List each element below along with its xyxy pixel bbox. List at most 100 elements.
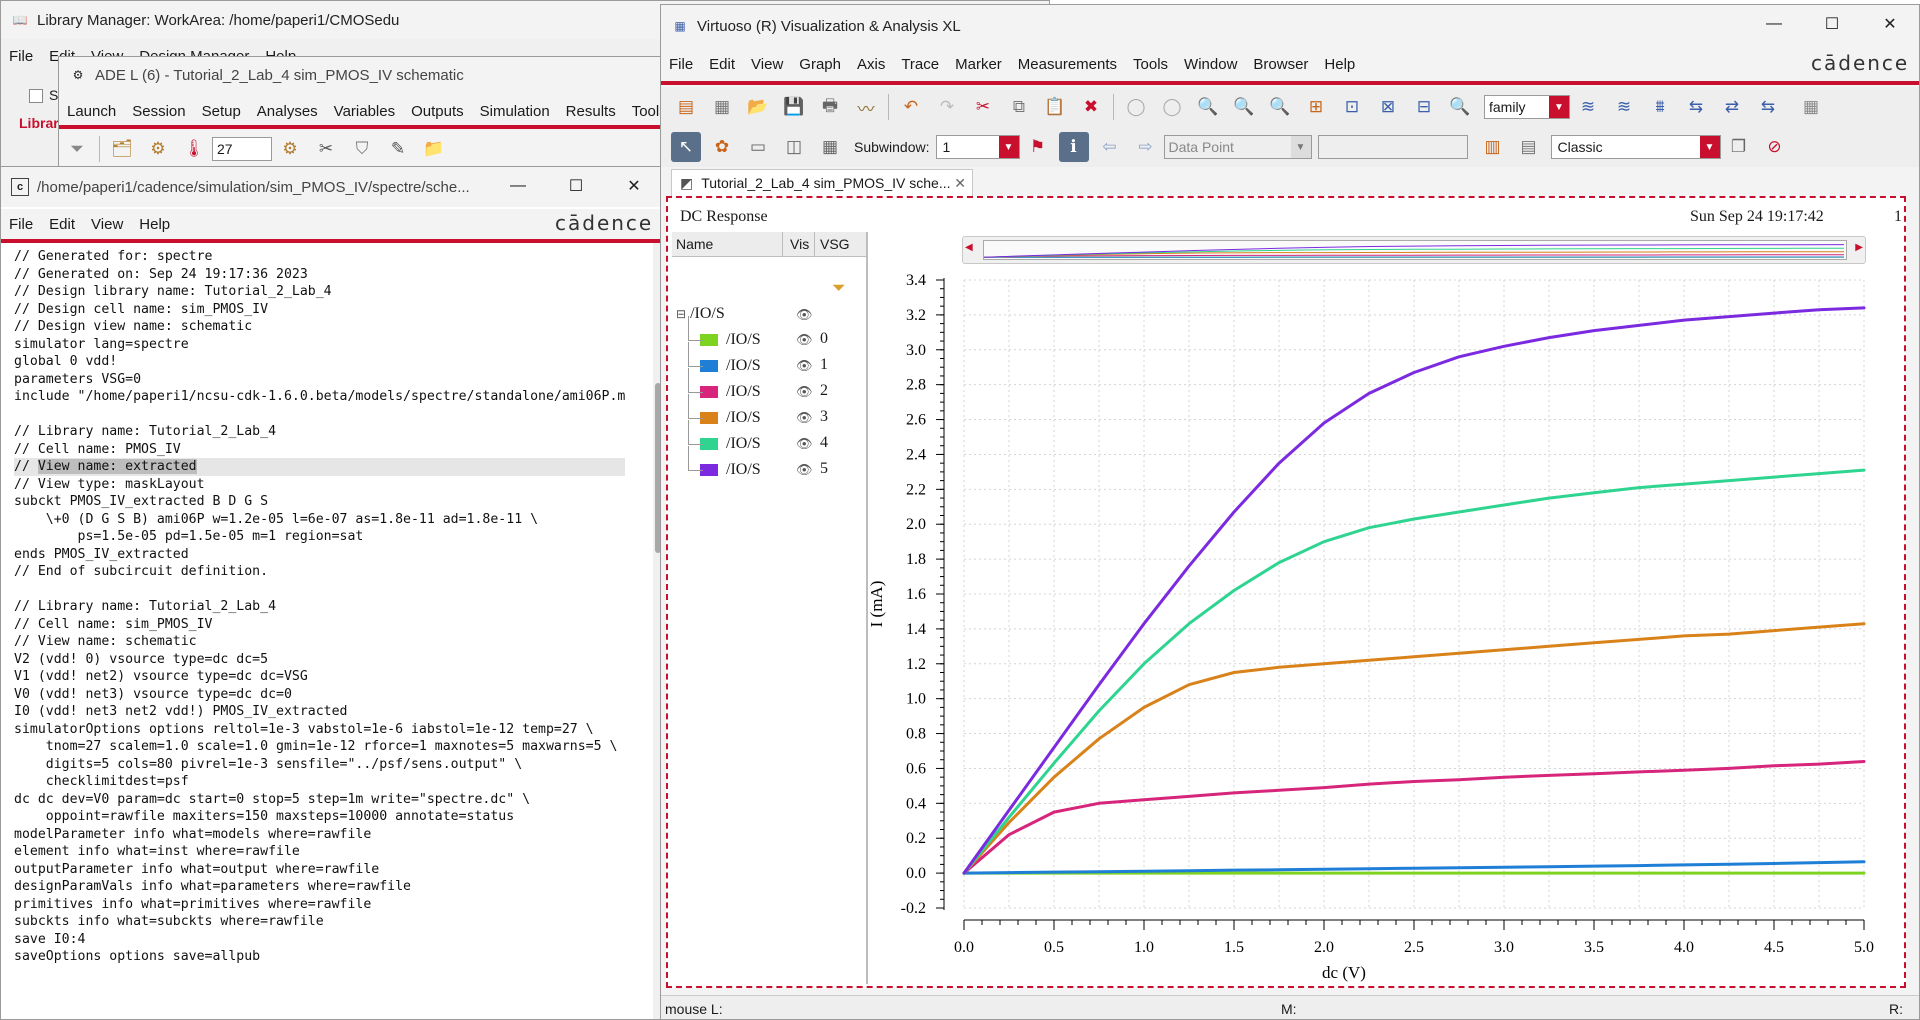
- export-icon[interactable]: ⇆: [1753, 92, 1783, 122]
- zoom-out-icon[interactable]: 🔍: [1229, 92, 1259, 122]
- zoom-in-icon[interactable]: 🔍: [1193, 92, 1223, 122]
- viva-menu-tools[interactable]: Tools: [1125, 56, 1176, 73]
- tree-collapse-icon[interactable]: ⊟: [676, 307, 686, 322]
- close-icon[interactable]: ✕: [605, 167, 663, 205]
- undo-icon[interactable]: ↶: [896, 92, 926, 122]
- ade-menu-launch[interactable]: Launch: [59, 103, 124, 120]
- new-subwindow-icon[interactable]: ▦: [707, 92, 737, 122]
- style-select[interactable]: Classic ▼: [1550, 135, 1721, 159]
- edit-icon[interactable]: ✎: [383, 134, 413, 164]
- legend-row-vsg-1[interactable]: /IO/S: [700, 356, 761, 376]
- data-point-select[interactable]: Data Point ▼: [1163, 135, 1312, 159]
- viva-close-icon[interactable]: ✕: [1861, 5, 1919, 43]
- viva-menu-marker[interactable]: Marker: [947, 56, 1010, 73]
- netlist-menu-file[interactable]: File: [1, 216, 41, 233]
- new-window-icon[interactable]: ▤: [671, 92, 701, 122]
- viva-menu-trace[interactable]: Trace: [893, 56, 947, 73]
- viva-menu-browser[interactable]: Browser: [1245, 56, 1316, 73]
- zoom-y-icon[interactable]: ⊠: [1373, 92, 1403, 122]
- filter-icon[interactable]: ⏷: [62, 134, 92, 164]
- legend-row-vsg-5[interactable]: /IO/S: [700, 460, 761, 480]
- copy-icon[interactable]: ⧉: [1004, 92, 1034, 122]
- lm-show-categories-checkbox[interactable]: [29, 89, 43, 103]
- temperature-input[interactable]: 27: [212, 137, 272, 161]
- visibility-eye-icon[interactable]: 👁: [796, 462, 813, 478]
- setup-icon[interactable]: ⚙: [275, 134, 305, 164]
- circle-deselect-icon[interactable]: ◯: [1157, 92, 1187, 122]
- grid-layout-icon[interactable]: ▦: [1796, 92, 1826, 122]
- legend-row-vsg-0[interactable]: /IO/S: [700, 330, 761, 350]
- viva-menu-graph[interactable]: Graph: [791, 56, 849, 73]
- redo-icon[interactable]: ↷: [932, 92, 962, 122]
- temperature-icon[interactable]: 🌡: [179, 134, 209, 164]
- add-trace-icon[interactable]: ⇆: [1681, 92, 1711, 122]
- data-point-input[interactable]: [1317, 135, 1468, 159]
- calculator-icon[interactable]: ▤: [1514, 132, 1544, 162]
- visibility-eye-icon[interactable]: 👁: [796, 332, 813, 348]
- chevron-down-icon[interactable]: ▼: [998, 136, 1019, 158]
- model-library-icon[interactable]: ⚙: [143, 134, 173, 164]
- open-icon[interactable]: 📂: [743, 92, 773, 122]
- marker-icon[interactable]: ✿: [707, 132, 737, 162]
- pan-icon[interactable]: ⊟: [1409, 92, 1439, 122]
- viva-menu-help[interactable]: Help: [1316, 56, 1363, 73]
- tab-results[interactable]: ◩ Tutorial_2_Lab_4 sim_PMOS_IV sche... ✕: [671, 169, 973, 196]
- cut-icon[interactable]: ✂: [968, 92, 998, 122]
- visibility-eye-icon[interactable]: 👁: [796, 358, 813, 374]
- legend-row-vsg-2[interactable]: /IO/S: [700, 382, 761, 402]
- visibility-eye-icon[interactable]: 👁: [796, 307, 813, 323]
- netlist-titlebar[interactable]: c /home/paperi1/cadence/simulation/sim_P…: [1, 167, 663, 207]
- chevron-down-icon[interactable]: ▼: [1290, 136, 1311, 158]
- netlist-menu-view[interactable]: View: [83, 216, 131, 233]
- stop-icon[interactable]: ⛉: [347, 134, 377, 164]
- maximize-icon[interactable]: ☐: [547, 167, 605, 205]
- subwindow-select[interactable]: 1 ▼: [935, 135, 1020, 159]
- forward-icon[interactable]: ⇨: [1131, 132, 1161, 162]
- viva-menu-window[interactable]: Window: [1176, 56, 1245, 73]
- family-select[interactable]: family ▼: [1484, 95, 1570, 119]
- delete-icon[interactable]: ✖: [1076, 92, 1106, 122]
- viva-menu-edit[interactable]: Edit: [701, 56, 743, 73]
- select-arrow-icon[interactable]: ↖: [671, 132, 701, 162]
- zoom-fit-icon[interactable]: 🔍: [1265, 92, 1295, 122]
- row-layout-icon[interactable]: ▭: [743, 132, 773, 162]
- viva-menu-axis[interactable]: Axis: [849, 56, 893, 73]
- viva-menu-measurements[interactable]: Measurements: [1010, 56, 1125, 73]
- visibility-eye-icon[interactable]: 👁: [796, 410, 813, 426]
- info-icon[interactable]: ℹ: [1058, 132, 1089, 162]
- bar-chart-icon[interactable]: ▥: [1478, 132, 1508, 162]
- strip-chart-icon[interactable]: ≋: [1573, 92, 1603, 122]
- legend-header-vis[interactable]: Vis: [790, 236, 809, 252]
- chevron-down-icon[interactable]: ▼: [1699, 136, 1720, 158]
- minimize-icon[interactable]: —: [489, 167, 547, 205]
- visibility-eye-icon[interactable]: 👁: [796, 436, 813, 452]
- viva-menu-view[interactable]: View: [743, 56, 791, 73]
- ade-menu-simulation[interactable]: Simulation: [472, 103, 558, 120]
- lm-menu-file[interactable]: File: [1, 48, 41, 65]
- card-layout-icon[interactable]: ▦: [815, 132, 845, 162]
- folder-icon[interactable]: 📁: [419, 134, 449, 164]
- viva-titlebar[interactable]: ▦ Virtuoso (R) Visualization & Analysis …: [661, 5, 1919, 47]
- scroll-thumb[interactable]: [983, 240, 1847, 260]
- netlist-menu-edit[interactable]: Edit: [41, 216, 83, 233]
- ade-menu-analyses[interactable]: Analyses: [249, 103, 326, 120]
- reset-window-icon[interactable]: ⊘: [1760, 132, 1790, 162]
- back-icon[interactable]: ⇦: [1095, 132, 1125, 162]
- viva-menu-file[interactable]: File: [661, 56, 701, 73]
- zoom-reset-icon[interactable]: 🔍: [1445, 92, 1475, 122]
- window-icon[interactable]: ❐: [1724, 132, 1754, 162]
- scroll-left-icon[interactable]: ◀: [965, 242, 973, 253]
- ade-menu-session[interactable]: Session: [124, 103, 193, 120]
- flag-icon[interactable]: ⚑: [1023, 132, 1053, 162]
- ade-menu-results[interactable]: Results: [558, 103, 624, 120]
- legend-header-name[interactable]: Name: [676, 236, 713, 252]
- scroll-right-icon[interactable]: ▶: [1855, 242, 1863, 253]
- viva-maximize-icon[interactable]: ☐: [1803, 5, 1861, 43]
- ade-menu-variables[interactable]: Variables: [326, 103, 403, 120]
- split-icon[interactable]: ⩩: [1645, 92, 1675, 122]
- filter-icon[interactable]: ⏷: [832, 278, 846, 298]
- paste-icon[interactable]: 📋: [1040, 92, 1070, 122]
- ade-menu-setup[interactable]: Setup: [194, 103, 249, 120]
- chevron-down-icon[interactable]: ▼: [1549, 96, 1569, 118]
- overlay-icon[interactable]: ≋: [1609, 92, 1639, 122]
